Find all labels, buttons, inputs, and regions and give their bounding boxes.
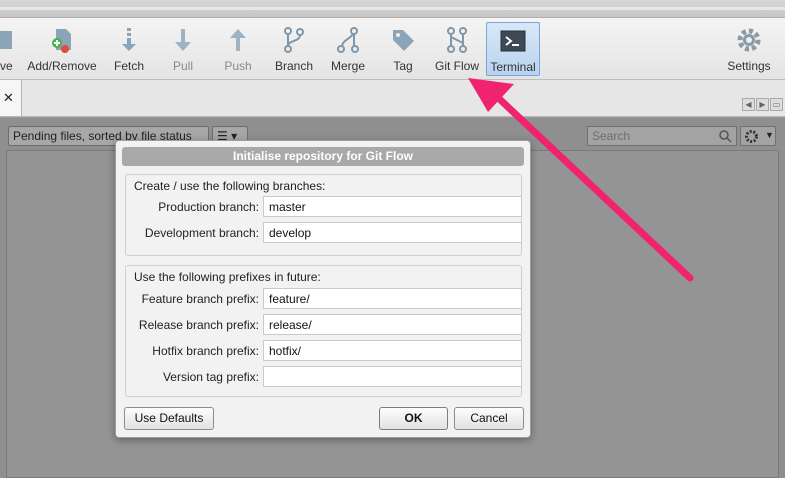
use-defaults-button[interactable]: Use Defaults xyxy=(124,407,214,430)
feature-prefix-label: Feature branch prefix: xyxy=(141,292,259,306)
toolbar-terminal-label: Terminal xyxy=(490,60,536,74)
toolbar-pull-button[interactable]: Pull xyxy=(164,22,202,76)
title-stripe xyxy=(0,7,785,10)
toolbar-git-flow-label: Git Flow xyxy=(434,59,479,73)
prefixes-group-title: Use the following prefixes in future: xyxy=(134,270,321,284)
toolbar-branch-label: Branch xyxy=(274,59,314,73)
version-tag-prefix-label: Version tag prefix: xyxy=(162,370,259,384)
prefixes-group: Use the following prefixes in future: Fe… xyxy=(125,265,522,397)
toolbar-push-label: Push xyxy=(224,59,252,73)
toolbar-git-flow-button[interactable]: Git Flow xyxy=(432,22,482,76)
tag-icon xyxy=(393,30,414,51)
toolbar-tag-label: Tag xyxy=(393,59,413,73)
ok-button[interactable]: OK xyxy=(379,407,448,430)
development-branch-row: Development branch: xyxy=(126,222,523,244)
version-tag-prefix-row: Version tag prefix: xyxy=(126,366,523,388)
tab-next-icon[interactable]: ▶ xyxy=(756,98,769,111)
toolbar-pull-label: Pull xyxy=(172,59,193,73)
cancel-button[interactable]: Cancel xyxy=(454,407,524,430)
gear-icon xyxy=(737,28,761,52)
release-prefix-row: Release branch prefix: xyxy=(126,314,523,336)
hotfix-prefix-label: Hotfix branch prefix: xyxy=(152,344,259,358)
version-tag-prefix-input[interactable] xyxy=(263,366,522,387)
toolbar-push-button[interactable]: Push xyxy=(218,22,258,76)
terminal-icon xyxy=(500,30,526,52)
toolbar-settings-label: Settings xyxy=(727,59,771,73)
add-remove-icon xyxy=(52,29,71,53)
tab-prev-icon[interactable]: ◀ xyxy=(742,98,755,111)
main-toolbar: ove Add/Remove Fetch Pull Push xyxy=(0,18,785,80)
toolbar-remove-label: ove xyxy=(0,59,13,73)
toolbar-add-remove-button[interactable]: Add/Remove xyxy=(24,22,100,76)
production-branch-row: Production branch: xyxy=(126,196,523,218)
toolbar-terminal-button[interactable]: Terminal xyxy=(486,22,540,76)
hotfix-prefix-row: Hotfix branch prefix: xyxy=(126,340,523,362)
gear-icon xyxy=(745,130,758,143)
window-title-strip xyxy=(0,0,785,18)
options-gear-button[interactable]: ▼ xyxy=(740,126,776,146)
dialog-title: Initialise repository for Git Flow xyxy=(122,147,524,166)
merge-icon xyxy=(337,27,359,53)
toolbar-fetch-button[interactable]: Fetch xyxy=(108,22,150,76)
toolbar-merge-label: Merge xyxy=(330,59,365,73)
release-prefix-input[interactable] xyxy=(263,314,522,335)
search-icon xyxy=(719,130,732,143)
tab-strip: ✕ ◀ ▶ ▭ xyxy=(0,80,785,117)
toolbar-branch-button[interactable]: Branch xyxy=(271,22,317,76)
toolbar-tag-button[interactable]: Tag xyxy=(386,22,420,76)
chevron-down-icon: ▼ xyxy=(765,130,774,140)
git-flow-icon xyxy=(447,27,467,53)
release-prefix-label: Release branch prefix: xyxy=(138,318,259,332)
git-flow-init-dialog: Initialise repository for Git Flow Creat… xyxy=(115,140,531,438)
search-placeholder: Search xyxy=(592,129,631,143)
development-branch-label: Development branch: xyxy=(144,226,259,240)
toolbar-merge-button[interactable]: Merge xyxy=(328,22,368,76)
remove-icon xyxy=(0,31,12,49)
toolbar-add-remove-label: Add/Remove xyxy=(27,59,97,73)
hotfix-prefix-input[interactable] xyxy=(263,340,522,361)
feature-prefix-row: Feature branch prefix: xyxy=(126,288,523,310)
close-tab-icon[interactable]: ✕ xyxy=(3,90,14,106)
tab-nav-arrows: ◀ ▶ ▭ xyxy=(741,96,783,111)
search-input[interactable]: Search xyxy=(587,126,737,146)
push-icon xyxy=(230,29,246,51)
tab-list-icon[interactable]: ▭ xyxy=(770,98,783,111)
toolbar-fetch-label: Fetch xyxy=(113,59,144,73)
production-branch-label: Production branch: xyxy=(158,200,259,214)
branches-group: Create / use the following branches: Pro… xyxy=(125,174,522,256)
fetch-icon xyxy=(122,28,136,51)
pull-icon xyxy=(175,29,191,51)
production-branch-input[interactable] xyxy=(263,196,522,217)
branch-icon xyxy=(284,27,304,53)
feature-prefix-input[interactable] xyxy=(263,288,522,309)
branches-group-title: Create / use the following branches: xyxy=(134,179,326,193)
repository-tab[interactable]: ✕ xyxy=(0,80,22,116)
toolbar-settings-button[interactable]: Settings xyxy=(724,22,774,76)
development-branch-input[interactable] xyxy=(263,222,522,243)
toolbar-remove-button[interactable]: ove xyxy=(0,22,18,76)
